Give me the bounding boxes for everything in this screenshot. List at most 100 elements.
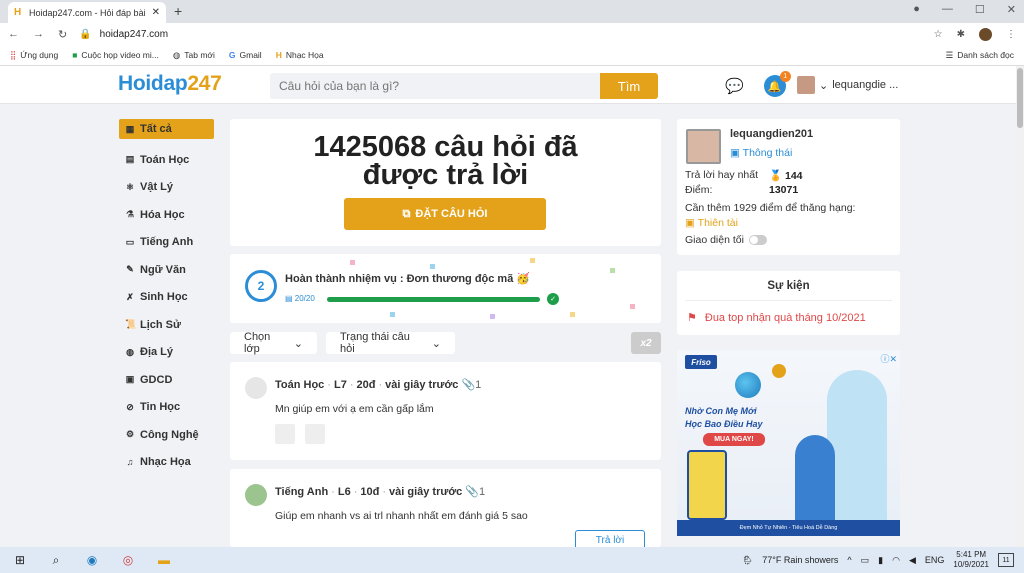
wifi-icon[interactable]: ◠ [892,555,900,566]
ask-question-button[interactable]: ⧉ ĐẶT CÂU HỎI [344,198,546,230]
notification-button[interactable]: 🔔 1 [763,71,791,97]
question-card[interactable]: Toán Học · L7 · 20đ · vài giây trước 📎1 Mn giú… [230,362,661,460]
avatar [245,484,267,506]
weather-text[interactable]: 77°F Rain showers [762,555,838,565]
windows-start-icon[interactable]: ⊞ [12,552,28,568]
bookmark-newtab[interactable]: ◍ Tab mới [173,50,215,61]
confetti [490,314,495,319]
menu-icon[interactable]: ⋮ [1006,29,1016,40]
sidebar-item-biology[interactable]: ✗ Sinh Học [119,284,214,312]
class-dropdown[interactable]: Chọn lớp ⌄ [230,331,317,355]
profile-username[interactable]: lequangdien201 [730,128,813,140]
sidebar-item-english[interactable]: ▭ Tiếng Anh [119,229,214,257]
advertisement[interactable]: Friso ⓘ✕ Nhờ Con Mẹ Mới Học Bao Điều Hay… [677,350,900,536]
mission-card: 2 Hoàn thành nhiệm vụ : Đơn thương độc m… [230,254,661,323]
file-explorer-icon[interactable]: ▬ [156,552,172,568]
chevron-up-icon[interactable]: ^ [847,555,851,565]
status-dropdown[interactable]: Trạng thái câu hỏi ⌄ [326,331,455,355]
sidebar-item-math[interactable]: ▤ Toán Học [119,146,214,174]
network-icon[interactable]: ▭ [861,555,870,566]
sidebar-item-chemistry[interactable]: ⚗ Hóa Học [119,201,214,229]
search-input[interactable] [270,73,600,99]
scrollbar-thumb[interactable] [1017,68,1023,128]
sidebar-item-history[interactable]: 📜 Lịch Sử [119,311,214,339]
ad-close-icon[interactable]: ⓘ✕ [880,352,897,365]
flask-icon: ⚗ [125,209,135,220]
search-icon[interactable]: ⌕ [48,552,64,568]
event-title: Sự kiện [767,280,810,292]
edge-icon[interactable]: ◉ [84,552,100,568]
question-image-thumb[interactable] [305,424,325,444]
question-body: Mn giúp em với ạ em cần gấp lắm [275,403,434,415]
profile-status: ▣ Thông thái [730,147,793,159]
sidebar-item-civics[interactable]: ▣ GDCD [119,366,214,394]
sidebar-item-physics[interactable]: ⚛ Vật Lý [119,174,214,202]
ad-buy-button[interactable]: MUA NGAY! [703,433,765,446]
page-scrollbar[interactable] [1016,66,1024,547]
sidebar-item-literature[interactable]: ✎ Ngữ Văn [119,256,214,284]
new-tab-button[interactable]: + [174,3,182,19]
chat-icon[interactable]: 💬 [725,77,744,95]
notification-badge: 1 [779,71,791,82]
question-card[interactable]: Tiếng Anh · L6 · 10đ · vài giây trước 📎1 Giúp … [230,469,661,550]
notification-center-icon[interactable]: 11 [998,553,1014,567]
star-icon[interactable]: ☆ [934,29,943,40]
question-image-thumb[interactable] [275,424,295,444]
avatar[interactable] [686,129,721,164]
confetti [610,268,615,273]
sidebar-item-informatics[interactable]: ⊘ Tin Học [119,394,214,422]
mission-medal-icon: 2 [245,270,277,302]
profile-menu-icon[interactable]: ● [913,3,920,16]
tab-close-icon[interactable]: ✕ [152,7,160,18]
dark-mode-toggle[interactable] [748,235,767,245]
best-answer-label: Trả lời hay nhất [685,169,759,181]
pen-icon: ✎ [126,264,134,275]
bookmark-nhachoa[interactable]: H Nhạc Họa [276,50,324,60]
globe-icon: ◍ [172,49,181,60]
battery-icon[interactable]: ▮ [878,555,883,566]
volume-icon[interactable]: ◀ [909,555,916,566]
sidebar-item-all[interactable]: ▦ Tất cả [119,119,214,139]
event-link[interactable]: ⚑ Đua top nhận quà tháng 10/2021 [687,311,866,325]
reading-list[interactable]: ☰ Danh sách đọc [946,50,1014,61]
badge-icon: ▣ [730,147,740,159]
reload-icon[interactable]: ↻ [58,28,67,41]
browser-tab[interactable]: H Hoidap247.com - Hỏi đáp bài tập ✕ [8,2,166,23]
profile-card: lequangdien201 ▣ Thông thái Trả lời hay … [677,119,900,255]
back-icon[interactable]: ← [8,28,19,41]
minimize-icon[interactable]: — [942,3,953,16]
attachment-icon: 📎 [465,486,480,498]
chevron-down-icon: ⌄ [819,79,829,92]
question-images [275,424,325,444]
forward-icon[interactable]: → [33,28,44,41]
x2-button[interactable]: x2 [631,332,661,354]
window-close-icon[interactable]: ✕ [1007,3,1016,16]
search-button[interactable]: Tìm [600,73,658,99]
bookmark-gmail[interactable]: G Gmail [229,50,262,60]
computer-icon: ⊘ [126,401,134,412]
sidebar-item-technology[interactable]: ⚙ Công Nghệ [119,421,214,449]
clock[interactable]: 5:41 PM 10/9/2021 [953,550,989,570]
bookmark-apps[interactable]: ⣿ Ứng dụng [10,50,58,61]
chrome-icon[interactable]: ◎ [120,552,136,568]
site-logo[interactable]: Hoidap247 [118,72,222,96]
scroll-icon: 📜 [125,319,137,330]
language-indicator[interactable]: ENG [925,555,945,565]
mission-progress-fill [327,297,540,302]
maximize-icon[interactable]: ☐ [975,3,985,16]
lock-icon[interactable]: 🔒 [79,29,91,40]
sidebar-item-music[interactable]: ♫ Nhạc Họa [119,449,214,477]
ad-mother-image [827,370,887,520]
bookmark-meet[interactable]: ■ Cuộc họp video mi... [72,50,159,60]
profile-avatar[interactable] [979,27,992,41]
avatar [797,76,815,94]
extensions-icon[interactable]: ✱ [957,29,965,40]
answered-count: 1425068 câu hỏi đã được trả lời [313,131,578,191]
sidebar-item-geography[interactable]: ◍ Địa Lý [119,339,214,367]
user-menu[interactable]: ⌄ lequangdie ... [797,76,898,94]
url-field[interactable]: hoidap247.com [100,29,168,40]
mission-progress-label: ▤ 20/20 [285,294,315,303]
english-icon: ▭ [125,236,135,247]
browser-tabbar: H Hoidap247.com - Hỏi đáp bài tập ✕ + ● … [0,0,1024,23]
question-filters: Chọn lớp ⌄ Trạng thái câu hỏi ⌄ x2 [230,331,661,355]
